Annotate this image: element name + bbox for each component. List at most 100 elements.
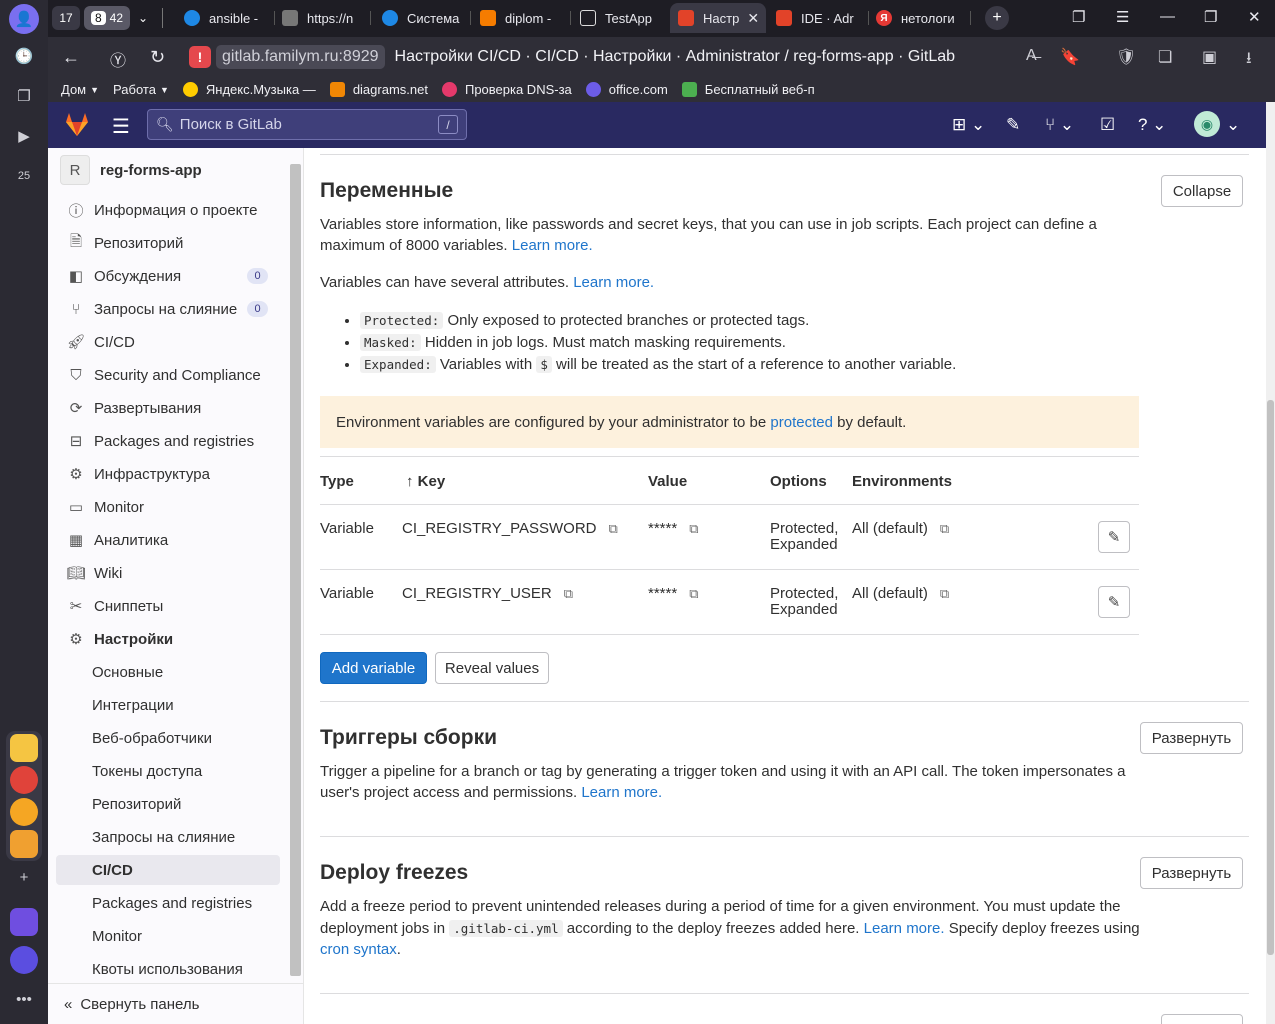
- collapse-sidebar-button[interactable]: « Свернуть панель: [48, 983, 303, 1024]
- translate-icon[interactable]: A̶: [1026, 47, 1037, 65]
- sidebar-item-settings[interactable]: ⚙ Настройки: [56, 624, 280, 654]
- user-avatar[interactable]: ◉: [1194, 111, 1220, 137]
- wallet-icon[interactable]: ▣: [1202, 47, 1217, 67]
- sidebar-subitem-monitor[interactable]: Monitor: [56, 921, 280, 951]
- tab-nastroiki-active[interactable]: Настр ✕: [670, 3, 766, 33]
- tab-netologia[interactable]: Янетологи: [876, 3, 964, 33]
- extension-icon[interactable]: 🛡: [1116, 47, 1136, 67]
- bookmark-folder-rabota[interactable]: Работа ▼: [113, 82, 169, 97]
- copy-icon[interactable]: ⧉: [689, 586, 698, 602]
- edit-variable-button[interactable]: ✎: [1098, 521, 1130, 553]
- minimize-icon[interactable]: —: [1160, 8, 1175, 25]
- notes-app-icon[interactable]: [10, 734, 38, 762]
- expand-freezes-button[interactable]: Развернуть: [1140, 857, 1243, 889]
- expand-triggers-button[interactable]: Развернуть: [1140, 722, 1243, 754]
- chevron-down-icon[interactable]: ⌄: [132, 6, 154, 30]
- add-app-icon[interactable]: +: [9, 862, 39, 892]
- reload-icon[interactable]: ↻: [150, 47, 165, 68]
- sidebar-subitem-usage-quotas[interactable]: Квоты использования: [56, 954, 280, 984]
- collapse-button[interactable]: Collapse: [1161, 175, 1243, 207]
- sidebar-subitem-integrations[interactable]: Интеграции: [56, 690, 280, 720]
- calendar-icon[interactable]: 25: [9, 161, 39, 191]
- help-icon[interactable]: ? ⌄: [1138, 115, 1166, 135]
- history-icon[interactable]: 🕒: [9, 41, 39, 71]
- add-variable-button[interactable]: Add variable: [320, 652, 427, 684]
- sidebar-subitem-cicd[interactable]: CI/CD: [56, 855, 280, 885]
- mail-app-icon[interactable]: [10, 830, 38, 858]
- bookmark-dns-check[interactable]: Проверка DNS-за: [441, 82, 572, 97]
- download-icon[interactable]: ⭳: [1246, 47, 1252, 74]
- collections-icon[interactable]: ❏: [1158, 47, 1172, 67]
- bookmark-diagrams[interactable]: diagrams.net: [329, 82, 428, 97]
- copy-icon[interactable]: ⧉: [940, 521, 949, 537]
- tab-https[interactable]: https://n: [282, 3, 368, 33]
- edit-variable-button[interactable]: ✎: [1098, 586, 1130, 618]
- sidebar-item-monitor[interactable]: ▭ Monitor: [56, 492, 280, 522]
- next-section-button[interactable]: [1161, 1014, 1243, 1024]
- reveal-values-button[interactable]: Reveal values: [435, 652, 549, 684]
- protected-link[interactable]: protected: [770, 414, 833, 431]
- cron-syntax-link[interactable]: cron syntax: [320, 941, 397, 958]
- warning-icon[interactable]: !: [189, 46, 211, 68]
- copy-icon[interactable]: ⧉: [689, 521, 698, 537]
- sidebar-subitem-repository[interactable]: Репозиторий: [56, 789, 280, 819]
- column-header-key[interactable]: ↑ Key: [406, 473, 445, 490]
- bookmark-free-web[interactable]: Бесплатный веб-п: [681, 82, 815, 97]
- page-scrollbar-thumb[interactable]: [1267, 400, 1274, 955]
- gitlab-logo-icon[interactable]: [63, 110, 91, 138]
- tab-counter-17[interactable]: 17: [52, 6, 80, 30]
- sidebar-item-security[interactable]: ⛉ Security and Compliance: [56, 360, 280, 390]
- bookmark-yandex-music[interactable]: Яндекс.Музыка —: [182, 82, 316, 97]
- bookmark-office[interactable]: office.com: [585, 82, 668, 97]
- page-scrollbar[interactable]: [1266, 102, 1275, 1024]
- create-new-icon[interactable]: ⊞ ⌄: [952, 115, 985, 135]
- sidebar-subitem-access-tokens[interactable]: Токены доступа: [56, 756, 280, 786]
- tab-ide[interactable]: IDE · Adr: [776, 3, 866, 33]
- sidebar-scrollbar-thumb[interactable]: [290, 164, 301, 976]
- copy-icon[interactable]: ⧉: [564, 586, 573, 602]
- bookmark-folder-dom[interactable]: Дом ▼: [61, 82, 99, 97]
- menu-icon[interactable]: ☰: [1116, 8, 1129, 26]
- sidebar-item-cicd[interactable]: 🚀︎ CI/CD: [56, 327, 280, 357]
- sidebar-item-infrastructure[interactable]: ⚙ Инфраструктура: [56, 459, 280, 489]
- sidebar-item-issues[interactable]: ◧ Обсуждения 0: [56, 261, 280, 291]
- new-tab-icon[interactable]: +: [985, 6, 1009, 30]
- tab-ansible[interactable]: ansible -: [184, 3, 272, 33]
- translate-app-icon[interactable]: [10, 766, 38, 794]
- more-icon[interactable]: •••: [9, 984, 39, 1014]
- chevron-down-icon[interactable]: ⌄: [1226, 115, 1240, 135]
- sidebar-item-merge-requests[interactable]: ⑂ Запросы на слияние 0: [56, 294, 280, 324]
- alice-app-icon[interactable]: [10, 946, 38, 974]
- tab-counter-group[interactable]: 8 42: [84, 6, 130, 30]
- learn-more-link[interactable]: Learn more.: [573, 274, 654, 291]
- learn-more-link[interactable]: Learn more.: [581, 784, 662, 801]
- project-header[interactable]: R reg-forms-app: [60, 155, 202, 185]
- restore-icon[interactable]: ❐: [1204, 8, 1217, 26]
- sidebar-subitem-packages[interactable]: Packages and registries: [56, 888, 280, 918]
- messenger-app-icon[interactable]: [10, 908, 38, 936]
- sidebar-item-analytics[interactable]: ▦ Аналитика: [56, 525, 280, 555]
- close-window-icon[interactable]: ✕: [1248, 8, 1261, 26]
- tab-sistema[interactable]: Система: [382, 3, 466, 33]
- video-icon[interactable]: ▶: [9, 121, 39, 151]
- tab-diplom[interactable]: diplom -: [480, 3, 568, 33]
- close-tab-icon[interactable]: ✕: [747, 10, 759, 27]
- sidebar-item-packages[interactable]: ⊟ Packages and registries: [56, 426, 280, 456]
- issues-icon[interactable]: ✎: [1006, 115, 1020, 135]
- learn-more-link[interactable]: Learn more.: [864, 920, 945, 937]
- copy-icon[interactable]: ⧉: [609, 521, 618, 537]
- todo-icon[interactable]: ☑: [1100, 115, 1115, 135]
- profile-avatar-icon[interactable]: 👤: [9, 4, 39, 34]
- sidebar-item-project-info[interactable]: ⓘ Информация о проекте: [56, 195, 280, 225]
- tab-testapp[interactable]: TestApp: [580, 3, 670, 33]
- hamburger-menu-icon[interactable]: ☰: [112, 114, 130, 139]
- yandex-home-icon[interactable]: Ⓨ: [110, 47, 126, 71]
- sidebar-subitem-webhooks[interactable]: Веб-обработчики: [56, 723, 280, 753]
- merge-requests-icon[interactable]: ⑂ ⌄: [1045, 115, 1074, 135]
- learn-more-link[interactable]: Learn more.: [512, 237, 593, 254]
- sidebar-item-snippets[interactable]: ✂ Сниппеты: [56, 591, 280, 621]
- search-input[interactable]: 🔍︎ Поиск в GitLab /: [147, 109, 467, 140]
- sidebar-subitem-merge-requests[interactable]: Запросы на слияние: [56, 822, 280, 852]
- copy-icon[interactable]: ⧉: [940, 586, 949, 602]
- tabs-manager-icon[interactable]: ❐: [1072, 8, 1085, 26]
